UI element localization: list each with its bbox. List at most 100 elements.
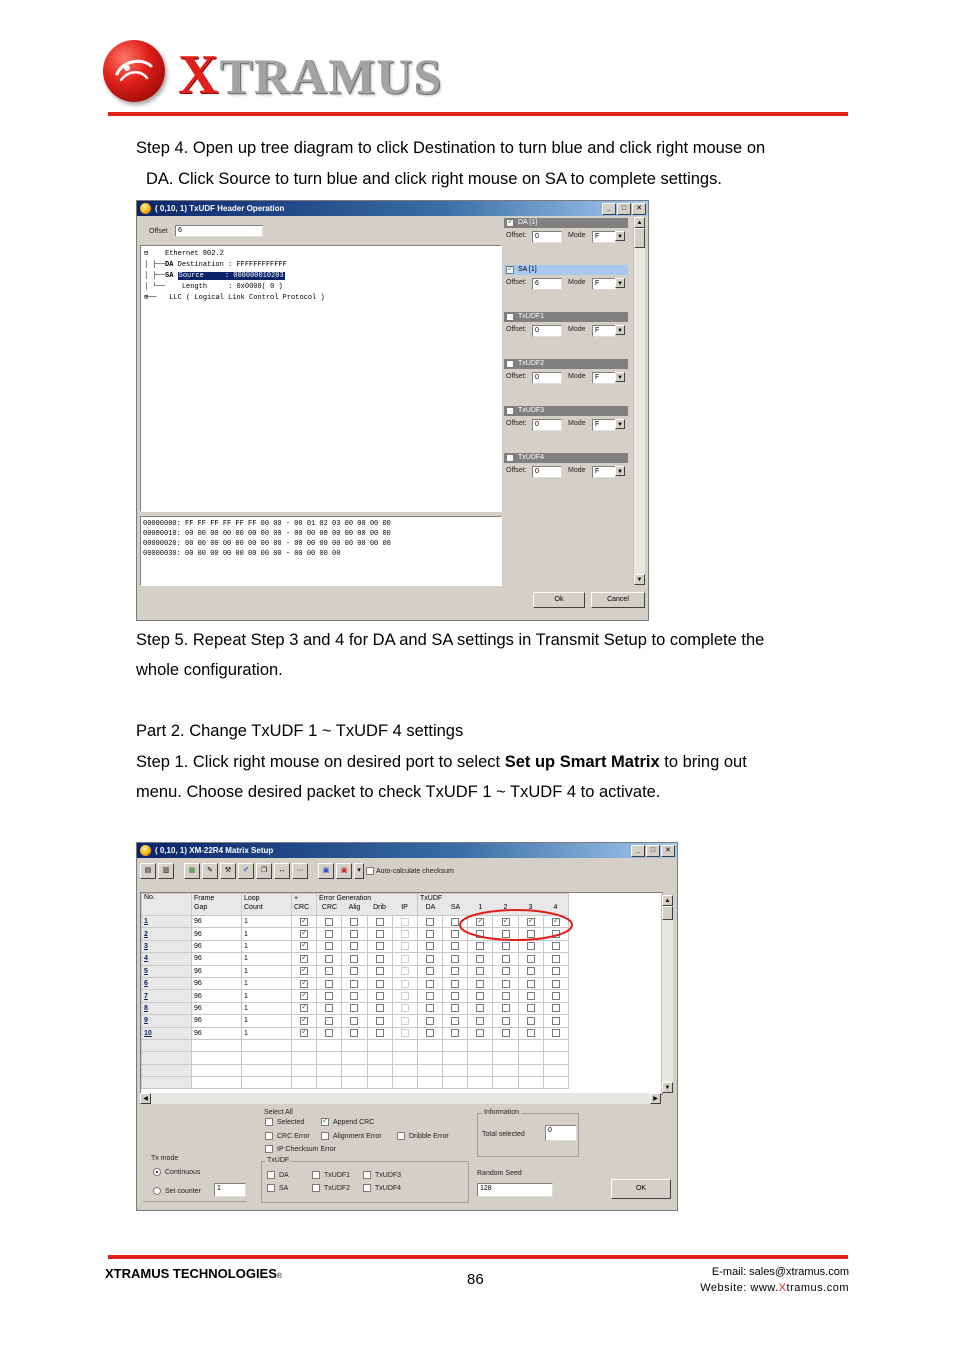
matrix-hscrollbar[interactable]: ◀ ▶ (140, 1093, 661, 1104)
drib-error-checkbox[interactable] (375, 954, 384, 963)
udf-mode-select[interactable]: F (592, 466, 616, 478)
frame-gap-cell[interactable]: 96 (191, 952, 242, 966)
scroll-up-icon[interactable]: ▲ (634, 217, 645, 228)
alig-error-checkbox[interactable] (350, 1016, 359, 1025)
txudf4-checkbox[interactable] (551, 967, 560, 976)
udf-enable-checkbox[interactable] (506, 454, 514, 462)
tools-icon[interactable]: ⚒ (220, 863, 236, 879)
drib-error-checkbox[interactable] (375, 979, 384, 988)
minimize-button[interactable]: _ (602, 203, 616, 215)
plus-crc-checkbox[interactable] (300, 1015, 308, 1025)
txudf2-checkbox[interactable] (501, 1029, 510, 1038)
set-counter-input[interactable]: 1 (214, 1183, 246, 1197)
line-icon[interactable]: ⋯ (292, 863, 308, 879)
crc-error-checkbox[interactable] (265, 1132, 273, 1140)
plus-crc-checkbox[interactable] (300, 1002, 308, 1013)
txudf-da-checkbox[interactable] (426, 1016, 435, 1025)
txudf4-checkbox[interactable] (551, 954, 560, 963)
txudf-da-checkbox[interactable] (426, 930, 435, 939)
row-number[interactable]: 1 (141, 914, 192, 929)
alig-error-checkbox[interactable] (350, 1029, 359, 1038)
drib-error-checkbox[interactable] (375, 992, 384, 1001)
txudf3-checkbox[interactable] (526, 954, 535, 963)
txudf-da-checkbox[interactable] (426, 1029, 435, 1038)
set-counter-option[interactable]: Set counter (153, 1187, 201, 1195)
cancel-button[interactable]: Cancel (591, 592, 645, 608)
random-seed-input[interactable]: 128 (477, 1183, 553, 1197)
alig-error-checkbox[interactable] (350, 954, 359, 963)
frame-gap-cell[interactable]: 96 (191, 976, 242, 991)
txudf4-checkbox[interactable] (551, 992, 560, 1001)
loop-count-cell[interactable]: 1 (241, 989, 292, 1003)
loop-count-cell[interactable]: 1 (241, 914, 292, 929)
txudf3-checkbox[interactable] (526, 1016, 535, 1025)
udf-mode-select[interactable]: F (592, 325, 616, 337)
udf-mode-select[interactable]: F (592, 419, 616, 431)
ip-checksum-error-checkbox[interactable] (265, 1145, 273, 1153)
scroll-thumb[interactable] (634, 228, 645, 248)
chevron-down-icon[interactable]: ▾ (354, 863, 364, 879)
udf-section-header[interactable]: TxUDF3 (504, 406, 628, 416)
crc-error-checkbox[interactable] (325, 1016, 334, 1025)
row-number[interactable]: 2 (141, 927, 192, 941)
plus-crc-checkbox[interactable] (300, 953, 308, 963)
drib-error-checkbox[interactable] (375, 1016, 384, 1025)
txudf2-checkbox[interactable] (312, 1184, 320, 1192)
txudf2-checkbox[interactable] (501, 979, 510, 988)
txudf-sa-checkbox[interactable] (267, 1184, 275, 1192)
row-number[interactable]: 9 (141, 1014, 192, 1028)
dribble-error-checkbox[interactable] (397, 1132, 405, 1140)
append-crc-checkbox[interactable] (321, 1116, 329, 1126)
txudf1-checkbox[interactable] (476, 1016, 485, 1025)
loop-count-cell[interactable]: 1 (241, 1001, 292, 1016)
udf-enable-checkbox[interactable] (506, 264, 514, 274)
loop-count-cell[interactable]: 1 (241, 1026, 292, 1040)
loop-count-cell[interactable]: 1 (241, 1014, 292, 1028)
folder-icon[interactable]: ▥ (158, 863, 174, 879)
row-number[interactable]: 6 (141, 976, 192, 991)
txudf2-checkbox[interactable] (501, 1004, 510, 1013)
txudf2-checkbox[interactable] (501, 954, 510, 963)
txudf2-checkbox[interactable] (501, 992, 510, 1001)
txudf4-checkbox[interactable] (551, 1029, 560, 1038)
chevron-down-icon[interactable]: ▼ (615, 466, 625, 476)
loop-count-cell[interactable]: 1 (241, 952, 292, 966)
crc-error-checkbox[interactable] (325, 954, 334, 963)
scroll-right-icon[interactable]: ▶ (650, 1093, 661, 1104)
matrix-vscrollbar[interactable]: ▲ ▼ (661, 895, 673, 1093)
txudf2-checkbox[interactable] (501, 967, 510, 976)
udf-section-header[interactable]: TxUDF4 (504, 453, 628, 463)
frame-gap-cell[interactable]: 96 (191, 914, 242, 929)
col-header-no[interactable]: No. (141, 893, 192, 916)
alig-error-checkbox[interactable] (350, 979, 359, 988)
table-row[interactable]: 9 96 1 (141, 1014, 570, 1028)
table-row[interactable]: 8 96 1 (141, 1001, 570, 1016)
txudf1-checkbox[interactable] (476, 992, 485, 1001)
tree-node-length[interactable]: │ └── Length : 0x0000( 0 ) (144, 282, 283, 293)
crc-error-checkbox[interactable] (325, 1029, 334, 1038)
frame-gap-cell[interactable]: 96 (191, 1001, 242, 1016)
drib-error-checkbox[interactable] (375, 942, 384, 951)
txudf2-checkbox[interactable] (501, 1016, 510, 1025)
txudf-sa-checkbox[interactable] (451, 1029, 460, 1038)
maximize-button[interactable]: □ (646, 845, 660, 857)
table-icon[interactable]: ▣ (318, 863, 334, 879)
tree-node-destination[interactable]: │ ├──DA Destination : FFFFFFFFFFFF (144, 260, 287, 271)
udf-offset-input[interactable]: 0 (532, 231, 562, 243)
paint-icon[interactable]: ✐ (238, 863, 254, 879)
col-header-frame-gap[interactable]: Frame Gap (191, 893, 242, 916)
continuous-option[interactable]: Continuous (153, 1168, 200, 1176)
alig-error-checkbox[interactable] (350, 1004, 359, 1013)
crc-error-checkbox[interactable] (325, 1004, 334, 1013)
plus-crc-checkbox[interactable] (300, 965, 308, 976)
udf-mode-select[interactable]: F (592, 372, 616, 384)
udf-offset-input[interactable]: 0 (532, 419, 562, 431)
selected-checkbox[interactable] (265, 1118, 273, 1126)
crc-error-checkbox[interactable] (325, 967, 334, 976)
udf-enable-checkbox[interactable] (506, 217, 514, 227)
crc-error-checkbox[interactable] (325, 942, 334, 951)
txudf3-checkbox[interactable] (526, 1029, 535, 1038)
udf-offset-input[interactable]: 0 (532, 466, 562, 478)
txudf-sa-checkbox[interactable] (451, 1004, 460, 1013)
frame-gap-cell[interactable]: 96 (191, 964, 242, 978)
